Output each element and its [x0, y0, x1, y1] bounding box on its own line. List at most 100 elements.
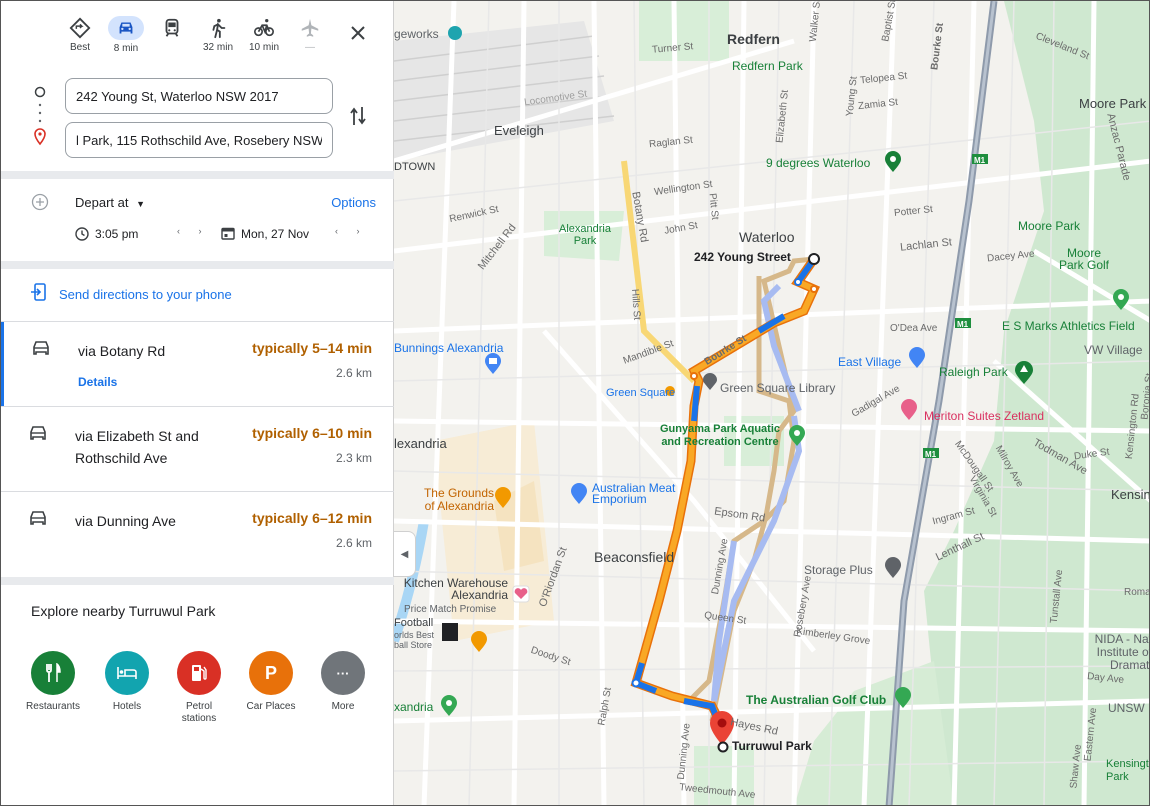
suburb-label: Redfern: [727, 31, 780, 47]
poi-label[interactable]: Moore Park Golf: [1054, 247, 1114, 271]
more-icon: ···: [321, 651, 365, 695]
poi-label[interactable]: The Grounds of Alexandria: [414, 487, 494, 513]
poi-label[interactable]: E S Marks Athletics Field: [1002, 319, 1135, 333]
depart-time[interactable]: 3:05 pm: [95, 227, 138, 241]
depart-at-dropdown[interactable]: Depart at ▼: [75, 195, 145, 210]
start-field[interactable]: [65, 78, 333, 114]
start-marker: [808, 253, 820, 265]
poi-label[interactable]: East Village: [838, 355, 901, 369]
destination-label[interactable]: Turruwul Park: [732, 739, 812, 753]
add-stop-icon[interactable]: [31, 193, 49, 211]
category-petrol-stations[interactable]: Petrol stations: [169, 651, 229, 725]
shop-marker-icon[interactable]: [484, 353, 502, 375]
park-marker-icon[interactable]: [1014, 361, 1034, 385]
poi-label[interactable]: 9 degrees Waterloo: [766, 156, 870, 170]
bar-marker-icon[interactable]: [470, 631, 488, 653]
poi-label[interactable]: Raleigh Park: [939, 365, 1008, 379]
poi-label[interactable]: geworks: [394, 27, 439, 41]
shop-marker-icon[interactable]: [570, 483, 588, 505]
poi-label[interactable]: The Australian Golf Club: [746, 693, 886, 707]
poi-label[interactable]: UNSW: [1108, 701, 1145, 715]
storage-marker-icon[interactable]: [884, 557, 902, 579]
poi-label[interactable]: Bunnings Alexandria: [394, 341, 503, 355]
route-name: via Elizabeth St and Rothschild Ave: [75, 428, 199, 466]
bicycle-icon: [254, 19, 274, 37]
map-canvas[interactable]: Redfern Moore Park Eveleigh DTOWN Waterl…: [394, 1, 1150, 805]
poi-label[interactable]: Meriton Suites Zetland: [924, 409, 1044, 423]
route-option-3[interactable]: via Dunning Ave typically 6–12 min 2.6 k…: [1, 492, 394, 576]
poi-label[interactable]: Green Square: [606, 387, 675, 399]
route-option-2[interactable]: via Elizabeth St and Rothschild Ave typi…: [1, 407, 394, 491]
mode-driving[interactable]: 8 min: [103, 13, 149, 63]
suburb-label: Moore Park: [1079, 96, 1147, 111]
street-label: O'Dea Ave: [890, 323, 938, 334]
route-distance: 2.6 km: [335, 366, 372, 380]
hotel-icon: [105, 651, 149, 695]
cafe-marker-icon[interactable]: [494, 487, 512, 509]
poi-label[interactable]: xandria: [394, 700, 433, 714]
travel-mode-bar: Best 8 min 32 min 10 min —: [57, 13, 333, 63]
route-time: typically 6–10 min: [252, 425, 372, 441]
chevron-left-icon: ◀: [400, 549, 409, 560]
mode-flights[interactable]: —: [287, 13, 333, 63]
mode-cycling[interactable]: 10 min: [241, 13, 287, 63]
depart-date[interactable]: Mon, 27 Nov: [241, 227, 309, 241]
store-thumb-icon[interactable]: [442, 623, 458, 641]
shop-marker-icon[interactable]: [908, 347, 926, 369]
send-to-phone-icon: [31, 283, 46, 301]
library-marker-icon[interactable]: [702, 373, 718, 391]
park-marker-icon[interactable]: [788, 425, 806, 447]
poi-label[interactable]: Redfern Park: [732, 59, 803, 73]
start-label[interactable]: 242 Young Street: [694, 250, 791, 264]
poi-label[interactable]: Green Square Library: [720, 381, 835, 395]
poi-label[interactable]: NIDA - Nat Institute of Dramati: [1070, 633, 1149, 672]
section-divider: [1, 261, 394, 269]
route-details-link[interactable]: Details: [78, 375, 117, 389]
golf-marker-icon[interactable]: [894, 687, 912, 709]
close-icon[interactable]: [348, 23, 368, 43]
options-button[interactable]: Options: [331, 195, 376, 210]
heart-marker-icon[interactable]: [512, 585, 530, 603]
swap-icon[interactable]: [349, 105, 367, 127]
poi-label[interactable]: VW Village: [1084, 343, 1142, 357]
mode-best[interactable]: Best: [57, 13, 103, 63]
category-more[interactable]: ··· More: [313, 651, 373, 713]
collapse-panel-button[interactable]: ◀: [394, 531, 416, 577]
suburb-label: Beaconsfield: [594, 549, 675, 565]
category-label: Car Places: [246, 701, 296, 712]
poi-label[interactable]: Moore Park: [1018, 219, 1080, 233]
mode-walking[interactable]: 32 min: [195, 13, 241, 63]
poi-label[interactable]: Gunyama Park Aquatic and Recreation Cent…: [650, 423, 790, 449]
route-option-1[interactable]: via Botany Rd typically 5–14 min 2.6 km …: [1, 322, 394, 406]
poi-label[interactable]: Storage Plus: [804, 563, 873, 577]
category-restaurants[interactable]: Restaurants: [23, 651, 83, 713]
start-circle-icon: [34, 86, 46, 98]
route-distance: 2.6 km: [335, 536, 372, 550]
poi-label[interactable]: Kitchen Warehouse Alexandria: [394, 577, 508, 601]
park-marker-icon[interactable]: [440, 695, 458, 717]
poi-label[interactable]: Australian Meat Emporium: [592, 482, 692, 505]
hotel-marker-icon[interactable]: [900, 399, 918, 421]
category-car-places[interactable]: P Car Places: [241, 651, 301, 713]
park-marker-icon[interactable]: [1112, 289, 1130, 311]
section-divider: [1, 171, 394, 179]
park-marker-icon[interactable]: [447, 25, 463, 41]
mode-flights-label: —: [305, 42, 315, 53]
street-label: Roma: [1124, 587, 1150, 598]
category-hotels[interactable]: Hotels: [97, 651, 157, 713]
poi-label[interactable]: Alexandria Park: [550, 223, 620, 247]
restaurant-icon: [31, 651, 75, 695]
category-label: Hotels: [112, 701, 142, 712]
date-stepper-arrows[interactable]: ‹ ›: [335, 226, 368, 236]
plane-icon: [301, 18, 319, 37]
destination-field[interactable]: [65, 122, 333, 158]
car-icon: [33, 341, 49, 355]
park-marker-icon[interactable]: [884, 151, 902, 173]
poi-label[interactable]: Football: [394, 617, 433, 629]
time-stepper-arrows[interactable]: ‹ ›: [177, 226, 210, 236]
depart-at-label: Depart at: [75, 195, 129, 210]
mode-driving-label: 8 min: [113, 43, 139, 54]
motorway-shield: M1: [957, 320, 969, 329]
section-divider: [1, 577, 394, 585]
mode-transit[interactable]: [149, 13, 195, 63]
